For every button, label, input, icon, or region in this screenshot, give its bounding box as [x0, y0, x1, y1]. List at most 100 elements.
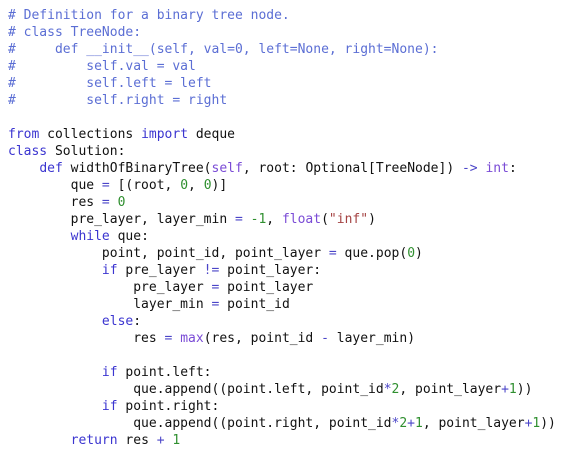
code-line: from collections import deque — [8, 126, 235, 143]
code-token: + — [407, 416, 415, 431]
code-token: que.append((point.right, point_id — [8, 416, 392, 431]
code-token: import — [141, 127, 189, 142]
code-token: 2 — [399, 416, 408, 431]
code-line: if point.left: — [8, 364, 212, 381]
code-line: if point.right: — [8, 398, 219, 415]
code-token: pre_layer — [117, 263, 204, 278]
code-token: # self.right = right — [8, 93, 228, 108]
code-token: from — [8, 127, 40, 142]
code-token: # self.val = val — [8, 59, 196, 74]
code-token: ( — [321, 212, 329, 227]
code-line: class Solution: — [8, 143, 125, 160]
code-token: , — [188, 178, 204, 193]
code-token: max — [180, 331, 204, 346]
code-token: if — [101, 399, 118, 414]
code-token: res — [8, 195, 102, 210]
code-token: - — [321, 331, 329, 346]
code-token: self — [211, 161, 243, 176]
code-token: que.pop( — [336, 246, 408, 261]
code-token: = — [328, 246, 337, 261]
code-token: def — [39, 161, 63, 176]
code-token: = — [101, 195, 110, 210]
code-token: # self.left = left — [8, 76, 212, 91]
code-line: # self.left = left — [8, 75, 212, 92]
code-token: que — [8, 178, 102, 193]
code-token: pre_layer, layer_min — [8, 212, 235, 227]
code-token: res — [117, 433, 157, 448]
code-token: -1 — [250, 212, 267, 227]
code-line: que.append((point.left, point_id*2, poin… — [8, 381, 532, 398]
code-token: pre_layer — [8, 280, 212, 295]
code-line: point, point_id, point_layer = que.pop(0… — [8, 245, 423, 262]
code-line: que = [(root, 0, 0)] — [8, 177, 228, 194]
code-token: int — [485, 161, 509, 176]
code-token: # Definition for a binary tree node. — [8, 8, 290, 23]
code-token: 0 — [203, 178, 212, 193]
code-token: = — [234, 212, 243, 227]
code-token: point_id — [219, 297, 290, 312]
code-line: else: — [8, 313, 141, 330]
code-token: else — [101, 314, 134, 329]
code-editor[interactable]: # Definition for a binary tree node. # cl… — [0, 0, 573, 456]
code-token: deque — [188, 127, 235, 142]
code-token: point.right: — [117, 399, 220, 414]
code-token: point, point_id, point_layer — [8, 246, 329, 261]
code-token: que: — [109, 229, 149, 244]
code-line: # class TreeNode: — [8, 24, 141, 41]
code-token: (res, point_id — [203, 331, 322, 346]
code-line: pre_layer = point_layer — [8, 279, 313, 296]
code-token: layer_min — [8, 297, 212, 312]
code-token: = — [101, 178, 110, 193]
code-token: )] — [211, 178, 228, 193]
code-token: while — [70, 229, 110, 244]
code-line: if pre_layer != point_layer: — [8, 262, 321, 279]
code-line: while que: — [8, 228, 149, 245]
code-line: # self.right = right — [8, 92, 227, 109]
code-line: que.append((point.right, point_id*2+1, p… — [8, 415, 556, 432]
code-token: : — [133, 314, 142, 329]
code-token: , point_layer — [399, 382, 502, 397]
code-line: return res + 1 — [8, 432, 181, 449]
code-token: res — [8, 331, 165, 346]
code-token: 1 — [415, 416, 423, 431]
code-token: if — [101, 263, 118, 278]
code-token: + — [501, 382, 509, 397]
code-token: if — [101, 365, 118, 380]
code-token: 1 — [172, 433, 181, 448]
code-line: def widthOfBinaryTree(self, root: Option… — [8, 160, 517, 177]
code-token: [(root, — [109, 178, 181, 193]
code-token: ) — [368, 212, 376, 227]
code-token: class — [8, 144, 48, 159]
code-token: return — [70, 433, 118, 448]
code-token: 0 — [180, 178, 189, 193]
code-line: pre_layer, layer_min = -1, float("inf") — [8, 211, 376, 228]
code-line: res = 0 — [8, 194, 126, 211]
code-token: point.left: — [117, 365, 212, 380]
code-token: != — [203, 263, 220, 278]
code-line: # self.val = val — [8, 58, 196, 75]
code-token: collections — [39, 127, 142, 142]
code-token: , — [266, 212, 282, 227]
code-line: # Definition for a binary tree node. — [8, 7, 290, 24]
code-token: -> — [461, 161, 478, 176]
code-token: # class TreeNode: — [8, 25, 142, 40]
code-token: float — [281, 212, 322, 227]
code-token: layer_min) — [328, 331, 416, 346]
code-token: + — [156, 433, 165, 448]
code-token: , point_layer — [422, 416, 525, 431]
code-token: # def __init__(self, val=0, left=None, r… — [8, 42, 439, 57]
code-token: : — [508, 161, 517, 176]
code-token: que.append((point.left, point_id — [8, 382, 384, 397]
code-line: res = max(res, point_id - layer_min) — [8, 330, 415, 347]
code-line: layer_min = point_id — [8, 296, 290, 313]
